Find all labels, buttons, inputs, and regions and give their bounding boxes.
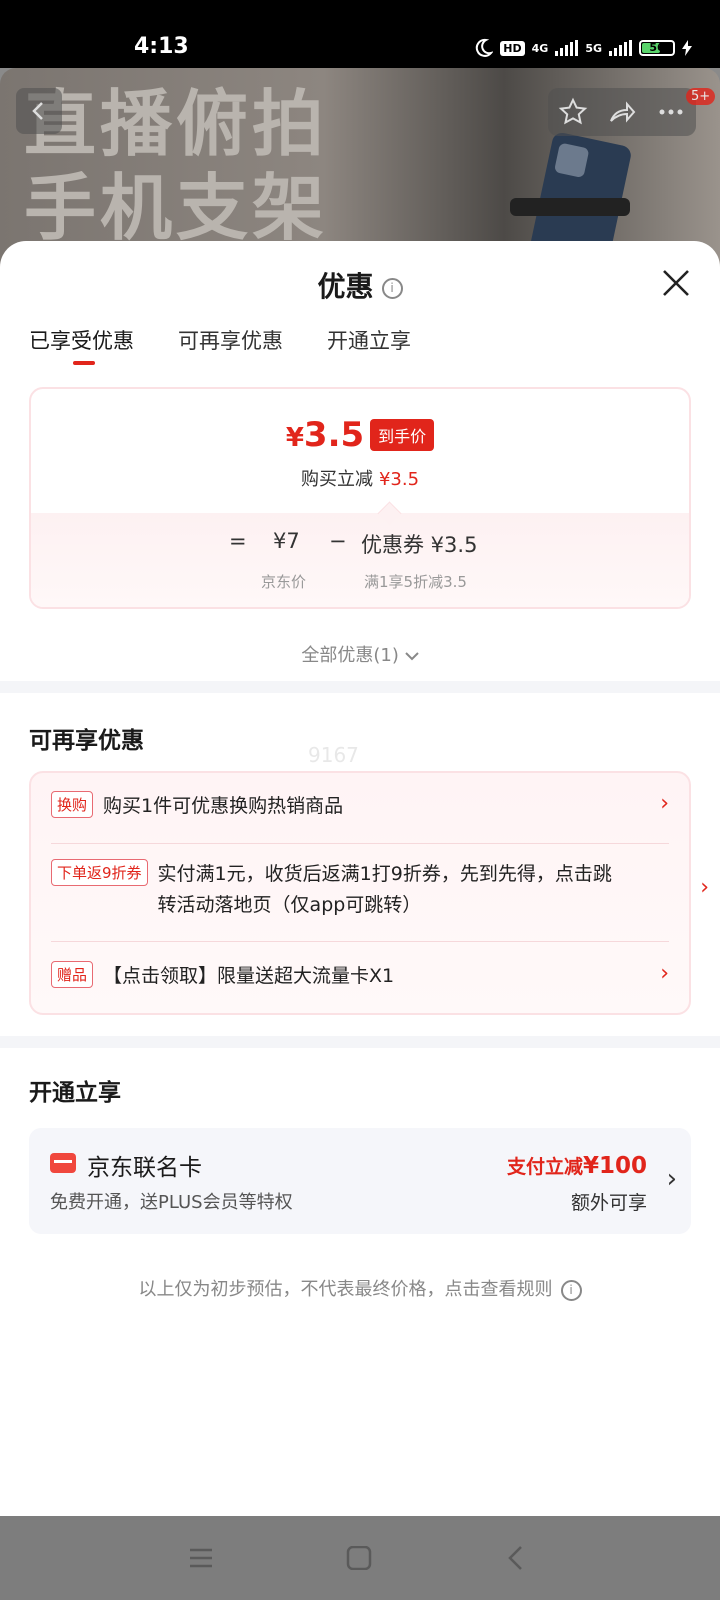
signal-icon <box>555 40 579 56</box>
list-item[interactable]: 下单返9折券 实付满1元，收货后返满1打9折券，先到先得，点击跳转活动落地页（仅… <box>51 859 709 921</box>
offer-tag: 换购 <box>51 791 94 818</box>
offer-text: 实付满1元，收货后返满1打9折券，先到先得，点击跳转活动落地页（仅app可跳转） <box>157 863 612 916</box>
status-bar: 4:13 HD 4G 5G 56 <box>0 0 720 68</box>
credit-card-icon <box>50 1153 76 1173</box>
star-icon[interactable] <box>558 97 588 127</box>
status-icons: HD 4G 5G 56 <box>473 38 692 58</box>
card-pay-discount: 支付立减¥100 <box>506 1153 647 1179</box>
chevron-right-icon: › <box>660 961 669 986</box>
moon-icon <box>476 38 494 57</box>
final-price-tag: 到手价 <box>370 419 435 451</box>
back-button[interactable] <box>16 88 62 134</box>
watermark: 9167 <box>308 743 359 767</box>
coupon-note: 满1享5折减3.5 <box>364 573 467 591</box>
network-5g-label: 5G <box>585 41 602 55</box>
more-icon[interactable] <box>656 97 686 127</box>
section-divider <box>0 681 720 693</box>
final-price: ¥3.5 到手价 <box>31 415 689 455</box>
open-enjoy-title: 开通立享 <box>29 1080 121 1106</box>
charging-icon <box>682 40 692 56</box>
chevron-down-icon <box>404 652 419 661</box>
cart-count-badge: 5+ <box>686 88 716 105</box>
section-divider <box>0 1036 720 1048</box>
card-description: 免费开通，送PLUS会员等特权 <box>50 1192 293 1213</box>
chevron-right-icon: › <box>700 875 709 900</box>
network-4g-label: 4G <box>531 41 549 55</box>
offer-text: 购买1件可优惠换购热销商品 <box>103 795 344 817</box>
more-offers-list: 换购 购买1件可优惠换购热销商品 › 下单返9折券 实付满1元，收货后返满1打9… <box>29 771 709 1015</box>
equals-sign: = <box>229 529 247 553</box>
tab-enjoyed[interactable]: 已享受优惠 <box>29 325 134 365</box>
minus-sign: − <box>329 529 347 553</box>
card-name: 京东联名卡 <box>87 1155 202 1181</box>
signal-icon <box>609 40 632 56</box>
list-item[interactable]: 赠品 【点击领取】限量送超大流量卡X1 › <box>51 961 669 992</box>
back-icon[interactable] <box>504 1546 530 1570</box>
share-icon[interactable] <box>607 97 637 127</box>
tab-more-offers[interactable]: 可再享优惠 <box>178 325 283 355</box>
status-time: 4:13 <box>134 34 189 59</box>
all-offers-toggle[interactable]: 全部优惠(1) <box>0 641 720 667</box>
back-arrow-icon <box>32 102 43 120</box>
currency-symbol: ¥ <box>285 423 304 453</box>
more-offers-title: 可再享优惠 <box>29 728 144 754</box>
info-icon: i <box>560 1279 582 1301</box>
sheet-title: 优惠 i <box>0 265 720 305</box>
discount-sheet: 优惠 i 已享受优惠 可再享优惠 开通立享 ¥3.5 到手价 购买立减 ¥3.5 = … <box>0 241 720 1516</box>
disclaimer-link[interactable]: 以上仅为初步预估，不代表最终价格，点击查看规则 i <box>0 1275 720 1301</box>
tabs: 已享受优惠 可再享优惠 开通立享 <box>29 325 411 365</box>
coupon-amount: 优惠券 ¥3.5 <box>361 533 478 557</box>
base-price-note: 京东价 <box>261 573 307 591</box>
offer-tag: 赠品 <box>51 961 94 988</box>
co-branded-card-offer[interactable]: 京东联名卡 免费开通，送PLUS会员等特权 支付立减¥100 额外可享 › <box>29 1128 691 1234</box>
close-icon[interactable] <box>660 267 692 299</box>
home-icon[interactable] <box>346 1546 372 1570</box>
chevron-right-icon: › <box>666 1164 677 1194</box>
battery-icon: 56 <box>639 40 675 56</box>
hero-actions <box>548 88 696 136</box>
tab-open-enjoy[interactable]: 开通立享 <box>327 325 411 355</box>
instant-discount: 购买立减 ¥3.5 <box>300 469 420 490</box>
hd-badge: HD <box>500 40 525 56</box>
offer-tag: 下单返9折券 <box>51 859 148 886</box>
info-icon[interactable]: i <box>381 277 403 299</box>
price-card: ¥3.5 到手价 购买立减 ¥3.5 = ¥7 − 优惠券 ¥3.5 京东价 满1享… <box>29 387 691 609</box>
card-extra-label: 额外可享 <box>570 1192 647 1214</box>
menu-icon[interactable] <box>188 1546 214 1570</box>
base-price: ¥7 <box>273 529 300 553</box>
hero-text: 直播俯拍 手机支架 <box>24 82 329 250</box>
offer-text: 【点击领取】限量送超大流量卡X1 <box>103 965 395 987</box>
system-nav-bar <box>0 1516 720 1600</box>
price-amount: 3.5 <box>303 415 365 455</box>
chevron-right-icon: › <box>660 791 669 816</box>
list-item[interactable]: 换购 购买1件可优惠换购热销商品 › <box>51 791 669 822</box>
